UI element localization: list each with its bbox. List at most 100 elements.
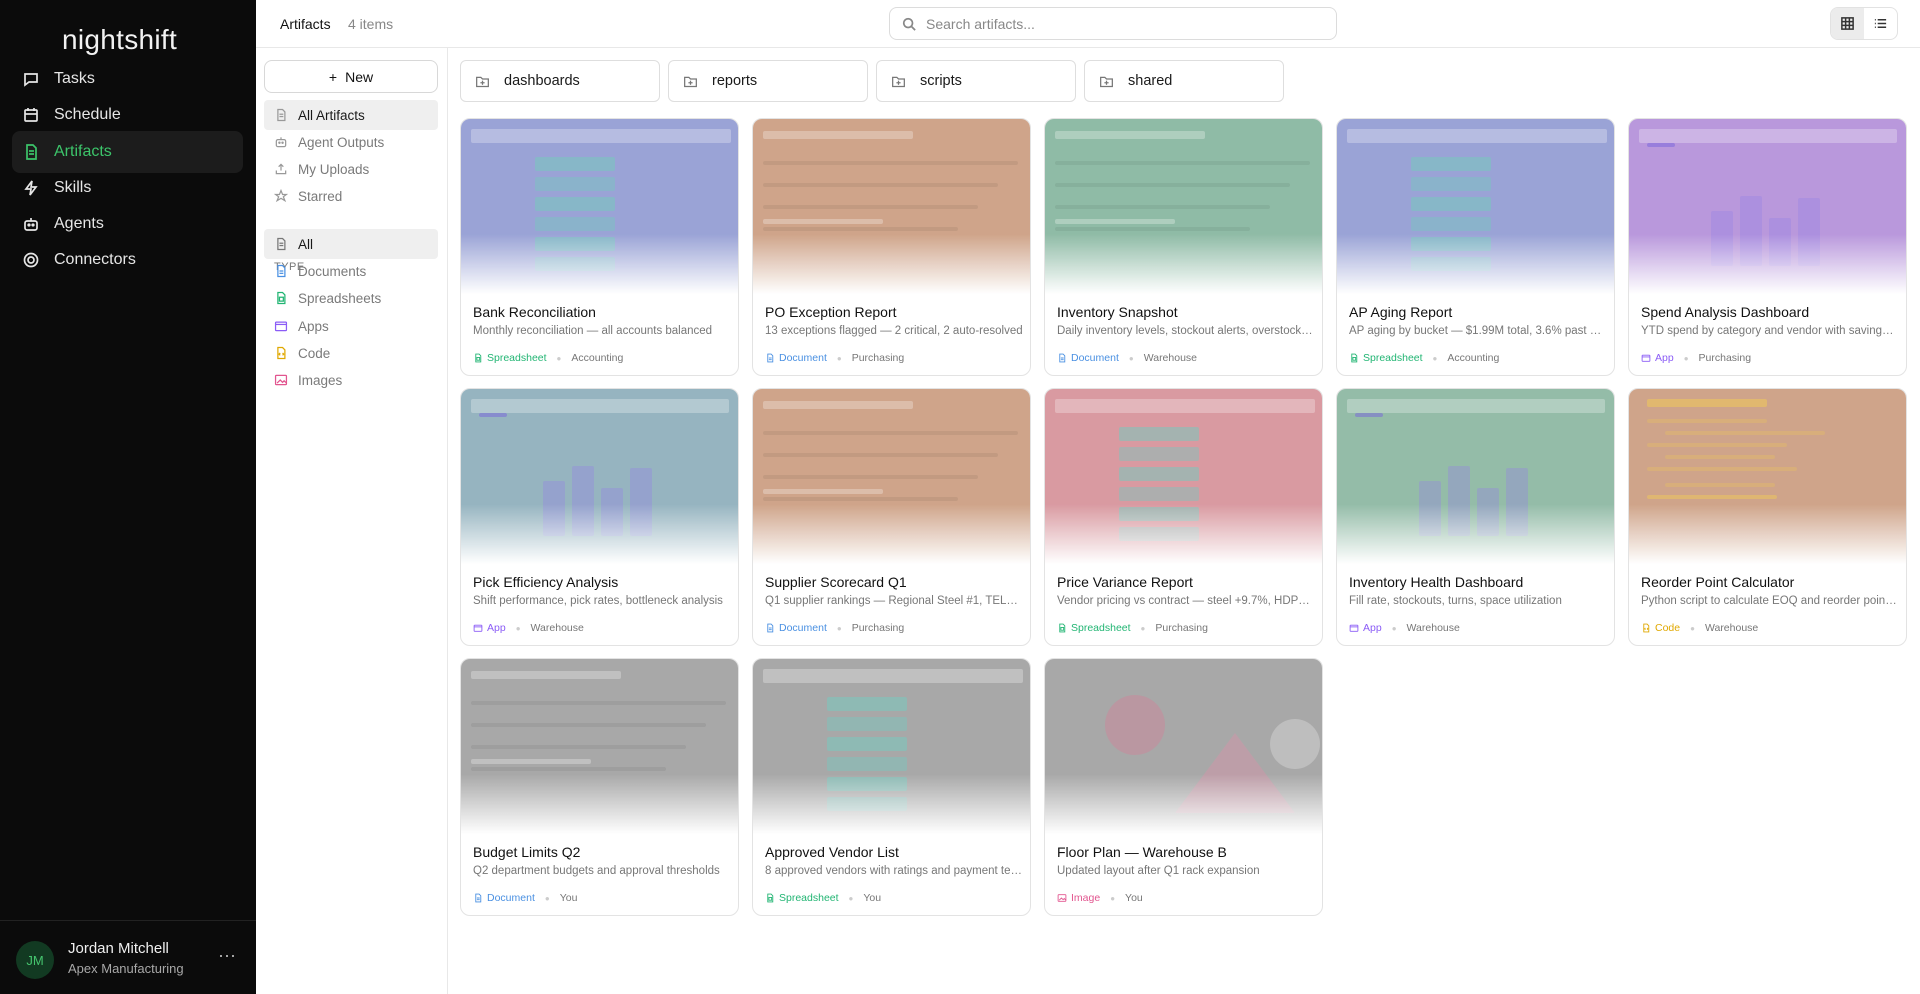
type-filter-images[interactable]: Images xyxy=(264,365,438,395)
filter-label: All Artifacts xyxy=(298,107,365,123)
artifact-meta: App ● Purchasing xyxy=(1641,352,1751,364)
calendar-icon xyxy=(24,108,38,122)
type-filter-label: Code xyxy=(298,345,331,361)
view-toggle xyxy=(1830,7,1898,40)
artifact-thumbnail xyxy=(1045,119,1322,294)
artifact-category: Purchasing xyxy=(1155,622,1208,634)
document-icon xyxy=(277,264,286,278)
artifact-title: PO Exception Report xyxy=(765,304,897,320)
type-filter-documents[interactable]: Documents xyxy=(264,256,438,286)
type-filter-label: Documents xyxy=(298,263,367,279)
upload-icon xyxy=(275,163,287,175)
artifact-title: Pick Efficiency Analysis xyxy=(473,574,619,590)
top-header: Artifacts 4 items xyxy=(256,0,1920,48)
document-icon xyxy=(767,353,774,363)
folder-scripts[interactable]: scripts xyxy=(876,60,1076,102)
user-profile[interactable]: JM Jordan Mitchell Apex Manufacturing ··… xyxy=(0,920,256,994)
artifact-card[interactable]: Supplier Scorecard Q1 Q1 supplier rankin… xyxy=(752,388,1031,646)
artifact-type-badge: Spreadsheet xyxy=(1349,352,1423,364)
type-filter-code[interactable]: Code xyxy=(264,338,438,368)
artifact-card[interactable]: Inventory Snapshot Daily inventory level… xyxy=(1044,118,1323,376)
filter-all-artifacts[interactable]: All Artifacts xyxy=(264,100,438,130)
folder-icon xyxy=(892,76,905,87)
artifact-type: App xyxy=(1363,622,1382,634)
grid-view-button[interactable] xyxy=(1831,8,1864,39)
search-icon xyxy=(902,17,916,31)
artifact-card[interactable]: Floor Plan — Warehouse B Updated layout … xyxy=(1044,658,1323,916)
separator: ● xyxy=(1432,353,1438,363)
artifact-type-badge: App xyxy=(1641,352,1674,364)
folder-reports[interactable]: reports xyxy=(668,60,868,102)
artifact-title: Supplier Scorecard Q1 xyxy=(765,574,907,590)
artifact-type-badge: Spreadsheet xyxy=(1057,622,1131,634)
folder-shared[interactable]: shared xyxy=(1084,60,1284,102)
search-input[interactable] xyxy=(926,15,1306,32)
artifact-card[interactable]: Approved Vendor List 8 approved vendors … xyxy=(752,658,1031,916)
filter-my-uploads[interactable]: My Uploads xyxy=(264,154,438,184)
artifact-meta: Document ● Purchasing xyxy=(765,352,904,364)
artifact-thumbnail xyxy=(753,119,1030,294)
separator: ● xyxy=(544,893,550,903)
type-filter-spreadsheets[interactable]: Spreadsheets xyxy=(264,283,438,313)
filter-agent-outputs[interactable]: Agent Outputs xyxy=(264,127,438,157)
artifact-description: 8 approved vendors with ratings and paym… xyxy=(765,865,1023,877)
artifact-card[interactable]: Pick Efficiency Analysis Shift performan… xyxy=(460,388,739,646)
file-icon xyxy=(277,108,286,122)
list-view-button[interactable] xyxy=(1864,8,1897,39)
more-options-icon[interactable]: ··· xyxy=(218,945,236,966)
artifact-meta: Document ● You xyxy=(473,892,577,904)
bolt-icon xyxy=(24,180,38,196)
artifact-meta: App ● Warehouse xyxy=(1349,622,1460,634)
new-button-label: New xyxy=(345,68,374,85)
artifact-card[interactable]: Price Variance Report Vendor pricing vs … xyxy=(1044,388,1323,646)
artifact-card[interactable]: AP Aging Report AP aging by bucket — $1.… xyxy=(1336,118,1615,376)
search-box[interactable] xyxy=(889,7,1337,40)
folder-dashboards[interactable]: dashboards xyxy=(460,60,660,102)
separator: ● xyxy=(1683,353,1689,363)
separator: ● xyxy=(1128,353,1134,363)
separator: ● xyxy=(848,893,854,903)
type-filter-apps[interactable]: Apps xyxy=(264,311,438,341)
artifact-filters: + New All Artifacts Agent Outputs My Upl… xyxy=(256,48,448,994)
artifact-title: Floor Plan — Warehouse B xyxy=(1057,844,1227,860)
file-icon xyxy=(277,237,286,251)
filter-starred[interactable]: Starred xyxy=(264,181,438,211)
artifact-meta: App ● Warehouse xyxy=(473,622,584,634)
user-org: Apex Manufacturing xyxy=(68,961,184,976)
artifact-card[interactable]: PO Exception Report 13 exceptions flagge… xyxy=(752,118,1031,376)
artifact-type: Document xyxy=(779,622,827,634)
artifact-card[interactable]: Spend Analysis Dashboard YTD spend by ca… xyxy=(1628,118,1907,376)
folder-label: shared xyxy=(1128,73,1173,89)
folder-label: dashboards xyxy=(504,73,580,89)
star-icon xyxy=(274,189,288,203)
filter-label: Starred xyxy=(298,188,343,204)
artifact-description: AP aging by bucket — $1.99M total, 3.6% … xyxy=(1349,325,1607,337)
artifact-card[interactable]: Bank Reconciliation Monthly reconciliati… xyxy=(460,118,739,376)
type-filter-all[interactable]: All xyxy=(264,229,438,259)
artifact-type-badge: Image xyxy=(1057,892,1100,904)
separator: ● xyxy=(1110,893,1116,903)
filter-label: Agent Outputs xyxy=(298,134,385,150)
artifact-thumbnail xyxy=(1629,119,1906,294)
artifact-thumbnail xyxy=(1045,659,1322,834)
artifact-type: Code xyxy=(1655,622,1681,634)
artifact-category: Purchasing xyxy=(851,352,905,364)
folder-icon xyxy=(476,76,489,87)
artifact-card[interactable]: Inventory Health Dashboard Fill rate, st… xyxy=(1336,388,1615,646)
artifact-thumbnail xyxy=(1337,389,1614,564)
artifact-category: Accounting xyxy=(571,352,624,364)
artifact-thumbnail xyxy=(1045,389,1322,564)
artifact-type-badge: Document xyxy=(765,352,827,364)
nav-item-schedule[interactable]: Schedule xyxy=(12,94,243,136)
artifact-description: Python script to calculate EOQ and reord… xyxy=(1641,595,1899,607)
artifact-card[interactable]: Budget Limits Q2 Q2 department budgets a… xyxy=(460,658,739,916)
spreadsheet-icon xyxy=(1351,353,1358,363)
artifact-title: Bank Reconciliation xyxy=(473,304,596,320)
artifact-card[interactable]: Reorder Point Calculator Python script t… xyxy=(1628,388,1907,646)
new-button[interactable]: + New xyxy=(264,60,438,93)
artifact-type: Spreadsheet xyxy=(487,352,547,364)
artifact-type: App xyxy=(487,622,506,634)
nav-item-connectors[interactable]: Connectors xyxy=(12,239,243,281)
artifact-type-badge: App xyxy=(473,622,506,634)
artifact-thumbnail xyxy=(1629,389,1906,564)
